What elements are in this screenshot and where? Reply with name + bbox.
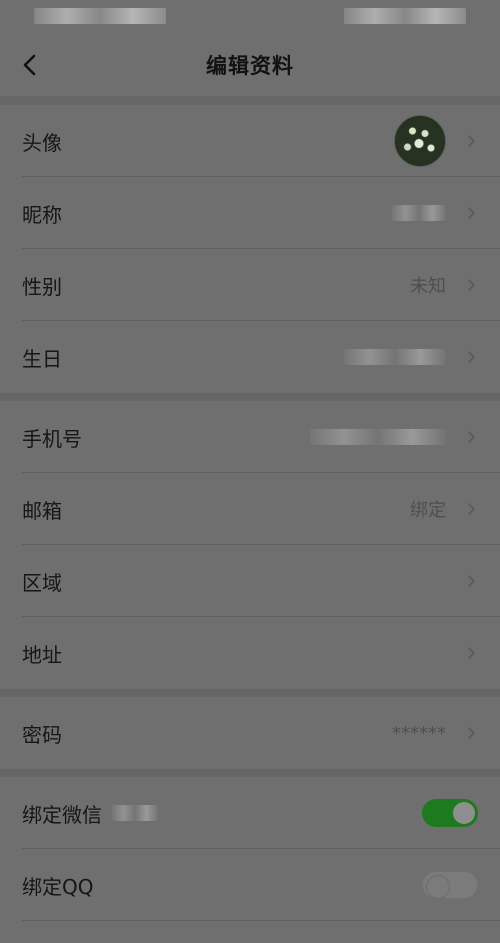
row-label: 绑定QQ <box>22 874 94 899</box>
back-icon <box>23 54 36 76</box>
row-value: ****** <box>392 722 446 744</box>
page-title: 编辑资料 <box>206 54 294 78</box>
chevron-right-icon <box>464 646 478 660</box>
row-bind-qq[interactable]: 绑定QQ <box>0 849 500 921</box>
blurred-value <box>310 429 446 445</box>
chevron-right-icon <box>464 502 478 516</box>
chevron-right-icon <box>464 206 478 220</box>
toggle-knob <box>453 802 475 824</box>
blurred-value <box>112 805 158 821</box>
toggle-knob <box>426 875 450 899</box>
row-right <box>422 799 478 827</box>
row-email[interactable]: 邮箱 绑定 <box>0 473 500 545</box>
blurred-value <box>344 349 446 365</box>
row-avatar[interactable]: 头像 <box>0 105 500 177</box>
row-label: 性别 <box>22 274 62 299</box>
row-right <box>392 205 478 221</box>
row-left: 绑定微信 <box>22 799 158 828</box>
blurred-value <box>392 205 446 221</box>
row-label: 头像 <box>22 130 62 155</box>
row-value: 未知 <box>410 276 446 297</box>
row-nickname[interactable]: 昵称 <box>0 177 500 249</box>
row-label: 地址 <box>22 642 62 667</box>
back-button[interactable] <box>16 51 44 79</box>
row-right <box>344 349 478 365</box>
row-label: 生日 <box>22 346 62 371</box>
status-right-blur <box>344 8 466 24</box>
row-right <box>394 115 478 167</box>
chevron-right-icon <box>464 278 478 292</box>
avatar <box>394 115 446 167</box>
chevron-right-icon <box>464 726 478 740</box>
profile-section-basic: 头像 昵称 性别 未知 生日 <box>0 105 500 393</box>
row-right: 绑定 <box>410 496 478 522</box>
row-bind-wechat[interactable]: 绑定微信 <box>0 777 500 849</box>
row-right <box>464 574 478 588</box>
row-right: 未知 <box>410 272 478 298</box>
section-gap <box>0 769 500 777</box>
profile-section-binding: 绑定微信 绑定QQ <box>0 777 500 921</box>
row-value: 绑定 <box>410 500 446 521</box>
row-password[interactable]: 密码 ****** <box>0 697 500 769</box>
row-label: 邮箱 <box>22 498 62 523</box>
chevron-right-icon <box>464 574 478 588</box>
row-label: 手机号 <box>22 426 82 451</box>
row-label: 区域 <box>22 570 62 595</box>
row-birthday[interactable]: 生日 <box>0 321 500 393</box>
wechat-toggle[interactable] <box>422 799 478 827</box>
row-phone[interactable]: 手机号 <box>0 401 500 473</box>
row-region[interactable]: 区域 <box>0 545 500 617</box>
profile-section-contact: 手机号 邮箱 绑定 区域 地址 <box>0 401 500 689</box>
row-label: 密码 <box>22 722 62 747</box>
status-left-blur <box>34 8 166 24</box>
profile-section-security: 密码 ****** <box>0 697 500 769</box>
row-right <box>310 429 478 445</box>
row-address[interactable]: 地址 <box>0 617 500 689</box>
row-right <box>464 646 478 660</box>
navigation-bar: 编辑资料 <box>0 34 500 97</box>
status-bar <box>0 0 500 34</box>
row-label: 绑定微信 <box>22 802 102 827</box>
chevron-right-icon <box>464 430 478 444</box>
section-gap <box>0 689 500 697</box>
row-right: ****** <box>392 723 478 744</box>
row-gender[interactable]: 性别 未知 <box>0 249 500 321</box>
chevron-right-icon <box>464 134 478 148</box>
section-gap <box>0 393 500 401</box>
chevron-right-icon <box>464 350 478 364</box>
section-gap <box>0 97 500 105</box>
row-right <box>422 871 478 899</box>
qq-toggle[interactable] <box>422 871 478 899</box>
row-label: 昵称 <box>22 202 62 227</box>
